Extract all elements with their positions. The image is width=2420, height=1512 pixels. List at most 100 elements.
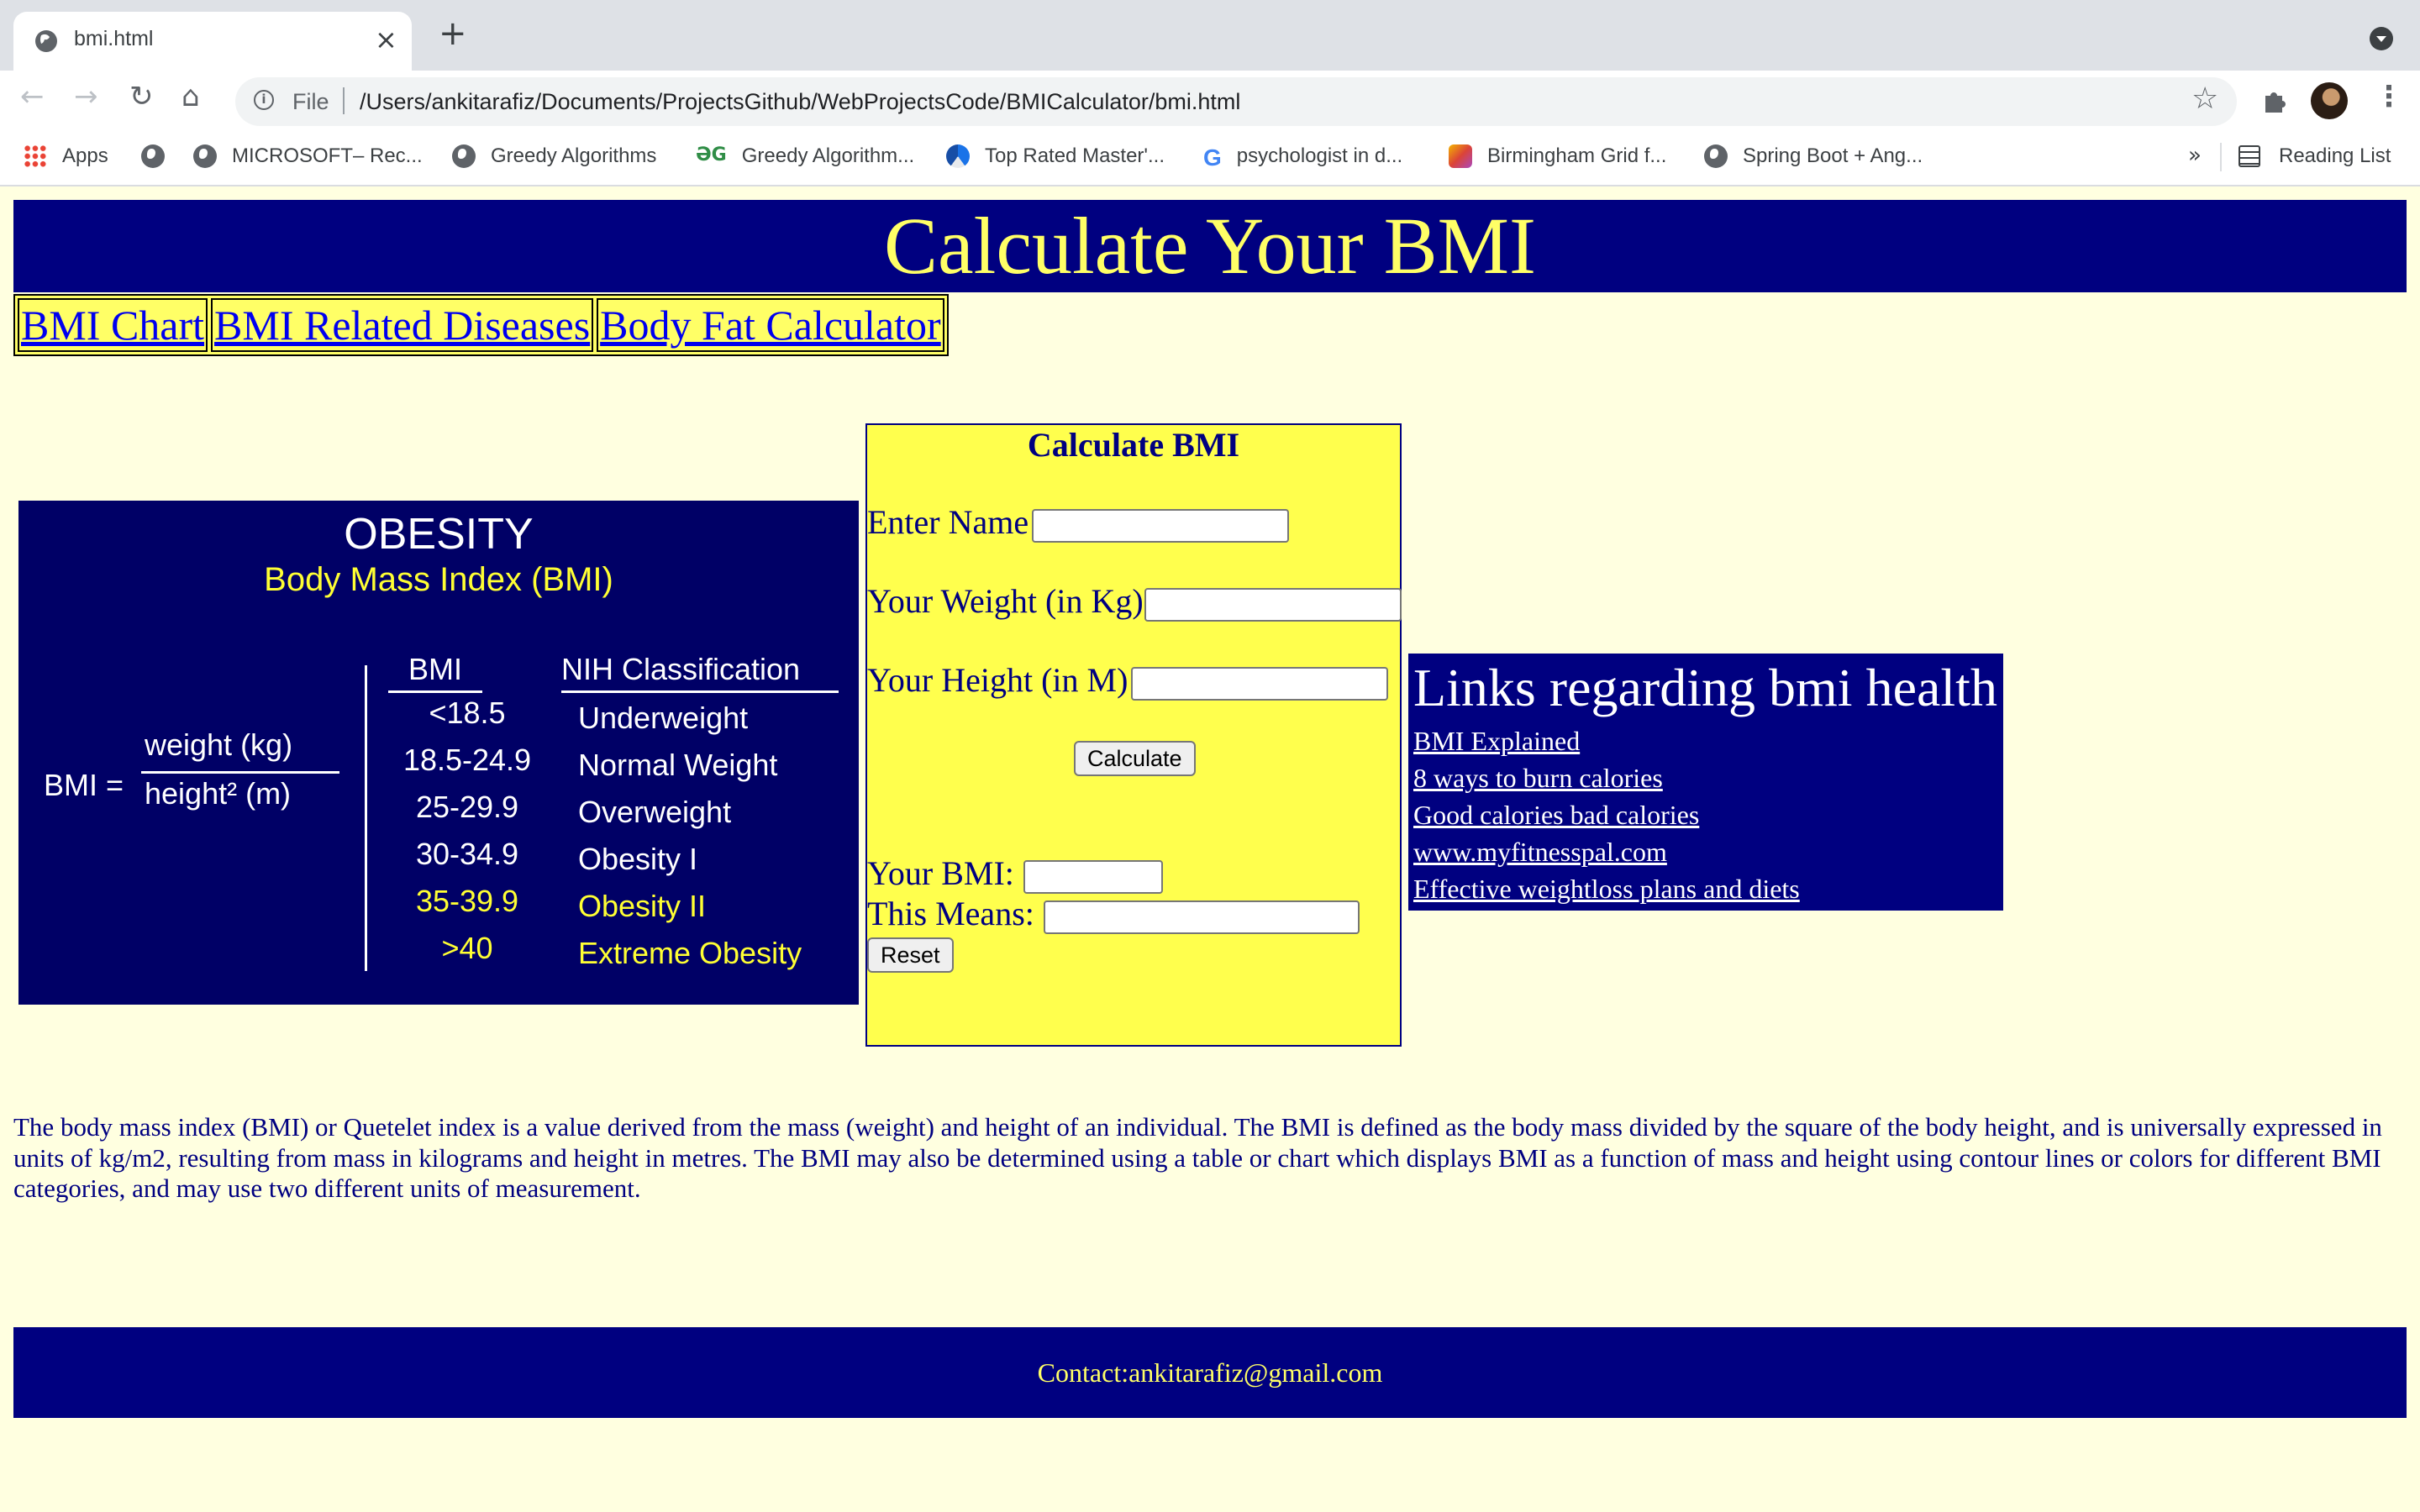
bmi-description: The body mass index (BMI) or Quetelet in… bbox=[13, 1112, 2382, 1203]
column-underline bbox=[561, 690, 839, 693]
bookmark-spring-boot[interactable]: Spring Boot + Ang... bbox=[1704, 144, 1923, 168]
link-burn-calories[interactable]: 8 ways to burn calories bbox=[1413, 763, 1663, 794]
nav-link-body-fat-calculator[interactable]: Body Fat Calculator bbox=[600, 301, 941, 349]
chart-row-class: Obesity II bbox=[578, 889, 707, 923]
bookmark-greedy-gfg[interactable]: ƏG Greedy Algorithm... bbox=[696, 144, 914, 168]
formula-numerator: weight (kg) bbox=[145, 727, 293, 762]
globe-icon bbox=[35, 30, 57, 52]
address-bar[interactable]: i File /Users/ankitarafiz/Documents/Proj… bbox=[235, 77, 2237, 126]
name-label: Enter Name bbox=[867, 503, 1029, 541]
formula-lhs: BMI = bbox=[44, 768, 124, 802]
bookmark-greedy-algorithms[interactable]: Greedy Algorithms bbox=[452, 144, 656, 168]
formula-fraction-bar bbox=[141, 771, 339, 774]
page-viewport: Calculate Your BMI BMI Chart BMI Related… bbox=[0, 186, 2420, 1512]
bookmarks-divider bbox=[2220, 143, 2222, 171]
means-result-field[interactable] bbox=[1044, 900, 1360, 934]
home-icon[interactable]: ⌂ bbox=[182, 82, 200, 111]
scheme-separator bbox=[343, 87, 345, 114]
health-links-panel: Links regarding bmi health BMI Explained… bbox=[1408, 654, 2003, 911]
height-label: Your Height (in M) bbox=[867, 661, 1128, 699]
bookmark-label: Top Rated Master'... bbox=[985, 144, 1165, 167]
forward-icon[interactable]: → bbox=[74, 82, 98, 111]
browser-toolbar: ← → ↻ ⌂ i File /Users/ankitarafiz/Docume… bbox=[0, 71, 2420, 131]
link-good-bad-calories[interactable]: Good calories bad calories bbox=[1413, 800, 1699, 831]
site-info-icon[interactable]: i bbox=[254, 90, 274, 110]
bookmark-label: Greedy Algorithms bbox=[491, 144, 657, 167]
google-icon: G bbox=[1203, 144, 1222, 171]
bookmark-globe[interactable] bbox=[141, 144, 180, 168]
birmingham-icon bbox=[1449, 144, 1472, 168]
bookmarks-bar: Apps MICROSOFT– Rec... Greedy Algorithms… bbox=[0, 131, 2420, 186]
tab-title: bmi.html bbox=[74, 27, 154, 50]
reading-list-label: Reading List bbox=[2279, 144, 2391, 167]
bookmark-label: Apps bbox=[62, 144, 108, 167]
bookmarks-overflow-icon[interactable]: » bbox=[2188, 143, 2202, 168]
calculate-button[interactable]: Calculate bbox=[1074, 741, 1196, 776]
calculator-heading: Calculate BMI bbox=[1027, 426, 1240, 464]
back-icon[interactable]: ← bbox=[20, 82, 45, 111]
links-heading: Links regarding bmi health bbox=[1413, 658, 1997, 717]
scheme-label: File bbox=[292, 89, 329, 114]
globe-icon bbox=[141, 144, 165, 168]
bookmark-birmingham[interactable]: Birmingham Grid f... bbox=[1449, 144, 1666, 168]
browser-tab[interactable]: bmi.html × bbox=[13, 12, 412, 71]
bmi-chart-image: OBESITY Body Mass Index (BMI) BMI = weig… bbox=[18, 501, 859, 1005]
link-bmi-explained[interactable]: BMI Explained bbox=[1413, 726, 1580, 757]
height-input[interactable] bbox=[1131, 667, 1388, 701]
chart-row-bmi: <18.5 bbox=[429, 696, 506, 730]
reading-list-button[interactable]: Reading List bbox=[2238, 144, 2391, 168]
browser-menu-icon[interactable]: ⋮ bbox=[2375, 82, 2403, 111]
nav-cell: Body Fat Calculator bbox=[597, 298, 944, 352]
tab-search-icon[interactable] bbox=[2370, 27, 2393, 50]
new-tab-icon[interactable]: + bbox=[439, 17, 467, 50]
extensions-puzzle-icon[interactable] bbox=[2260, 86, 2289, 114]
weight-label: Your Weight (in Kg) bbox=[867, 582, 1144, 620]
chart-row-bmi: >40 bbox=[441, 931, 493, 965]
bookmark-label: Spring Boot + Ang... bbox=[1743, 144, 1923, 167]
reset-button[interactable]: Reset bbox=[867, 937, 954, 973]
chart-row-bmi: 25-29.9 bbox=[415, 790, 519, 824]
chart-row-bmi: 35-39.9 bbox=[415, 884, 519, 918]
geeksforgeeks-icon: ƏG bbox=[696, 144, 727, 165]
reload-icon[interactable]: ↻ bbox=[129, 82, 154, 111]
globe-icon bbox=[452, 144, 476, 168]
url-text[interactable]: /Users/ankitarafiz/Documents/ProjectsGit… bbox=[360, 89, 1240, 115]
column-header-nih-classification: NIH Classification bbox=[561, 652, 801, 686]
chart-row-class: Overweight bbox=[578, 795, 732, 829]
nav-table: BMI Chart BMI Related Diseases Body Fat … bbox=[13, 294, 949, 356]
chart-row-class: Normal Weight bbox=[578, 748, 778, 782]
close-tab-icon[interactable]: × bbox=[375, 24, 397, 55]
chart-title: OBESITY bbox=[344, 510, 534, 559]
apps-grid-icon bbox=[24, 144, 47, 168]
column-header-bmi: BMI bbox=[408, 652, 462, 686]
bookmark-star-icon[interactable]: ☆ bbox=[2191, 84, 2218, 114]
link-myfitnesspal[interactable]: www.myfitnesspal.com bbox=[1413, 837, 1667, 868]
column-underline bbox=[388, 690, 482, 693]
nav-link-bmi-related-diseases[interactable]: BMI Related Diseases bbox=[214, 301, 590, 349]
tab-strip: bmi.html × + bbox=[0, 0, 2420, 71]
bmi-calculator-form: Calculate BMI Enter Name Your Weight (in… bbox=[865, 423, 1402, 1047]
bookmark-top-rated[interactable]: Top Rated Master'... bbox=[946, 144, 1165, 168]
link-weightloss-plans[interactable]: Effective weightloss plans and diets bbox=[1413, 874, 1800, 905]
mastery-icon bbox=[946, 144, 970, 168]
name-input[interactable] bbox=[1032, 509, 1289, 543]
bookmark-label: Greedy Algorithm... bbox=[741, 144, 915, 167]
nav-cell: BMI Related Diseases bbox=[211, 298, 594, 352]
chart-subtitle: Body Mass Index (BMI) bbox=[264, 561, 613, 598]
bookmark-apps[interactable]: Apps bbox=[24, 144, 108, 168]
nav-cell: BMI Chart bbox=[18, 298, 208, 352]
bookmark-microsoft[interactable]: MICROSOFT– Rec... bbox=[193, 144, 423, 168]
profile-avatar[interactable] bbox=[2311, 82, 2348, 119]
bookmark-label: Birmingham Grid f... bbox=[1487, 144, 1667, 167]
bmi-result-field[interactable] bbox=[1023, 860, 1163, 894]
means-label: This Means: bbox=[867, 895, 1034, 932]
bookmark-psychologist[interactable]: G psychologist in d... bbox=[1203, 144, 1402, 171]
chart-row-bmi: 30-34.9 bbox=[415, 837, 519, 871]
page-title: Calculate Your BMI bbox=[13, 200, 2407, 292]
globe-icon bbox=[1704, 144, 1728, 168]
nav-link-bmi-chart[interactable]: BMI Chart bbox=[21, 301, 204, 349]
reading-list-icon bbox=[2238, 145, 2260, 167]
weight-input[interactable] bbox=[1144, 588, 1402, 622]
chart-row-class: Obesity I bbox=[578, 842, 698, 876]
bookmark-label: MICROSOFT– Rec... bbox=[232, 144, 423, 167]
